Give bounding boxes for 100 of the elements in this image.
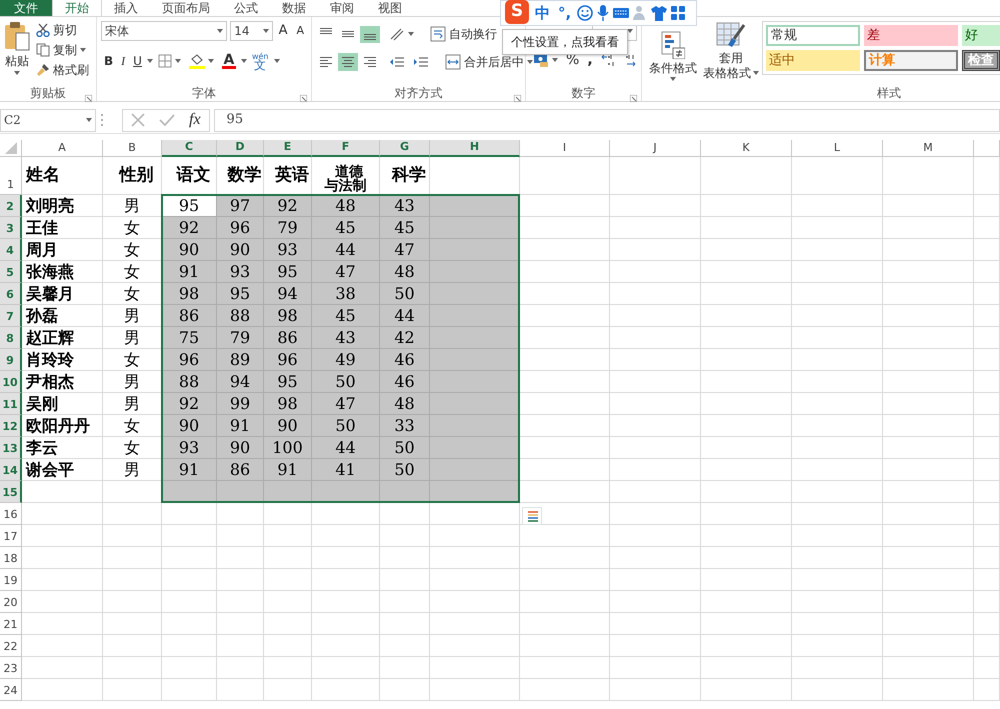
- row-header[interactable]: 3: [0, 217, 22, 239]
- ribbon-tab[interactable]: 页面布局: [150, 0, 222, 16]
- table-cell: 50: [380, 437, 430, 459]
- format-painter-button[interactable]: 格式刷: [33, 61, 92, 79]
- ribbon-tab[interactable]: 视图: [366, 0, 414, 16]
- column-header[interactable]: I: [520, 140, 610, 157]
- row-header[interactable]: 21: [0, 613, 22, 635]
- align-button[interactable]: [360, 26, 380, 42]
- ribbon-tab[interactable]: 文件: [0, 0, 52, 16]
- table-cell: 44: [312, 239, 380, 261]
- name-box[interactable]: C2: [0, 108, 96, 132]
- table-cell: 女: [103, 283, 162, 305]
- row-header[interactable]: 2: [0, 195, 22, 217]
- column-header[interactable]: C: [162, 140, 217, 157]
- copy-button[interactable]: 复制: [33, 41, 92, 59]
- row-header[interactable]: 13: [0, 437, 22, 459]
- row-header[interactable]: 5: [0, 261, 22, 283]
- row-header[interactable]: 20: [0, 591, 22, 613]
- align-button[interactable]: [338, 53, 358, 71]
- caret-icon: [552, 58, 558, 62]
- column-header[interactable]: G: [380, 140, 430, 157]
- ime-toolbar-button[interactable]: °,: [556, 5, 574, 21]
- table-cell: 75: [162, 327, 217, 349]
- ime-logo[interactable]: S: [505, 0, 529, 24]
- table-cell: 道德与法制: [312, 157, 380, 195]
- row-header[interactable]: 23: [0, 657, 22, 679]
- row-header[interactable]: 18: [0, 547, 22, 569]
- table-cell: 90: [217, 239, 264, 261]
- shrink-font-button[interactable]: A: [293, 22, 307, 40]
- table-cell: 91: [162, 459, 217, 481]
- column-header[interactable]: D: [217, 140, 264, 157]
- group-label: 对齐方式: [394, 85, 442, 102]
- smiley-icon[interactable]: [577, 5, 594, 21]
- italic-button[interactable]: I: [118, 52, 128, 70]
- row-header[interactable]: 22: [0, 635, 22, 657]
- table-cell: [974, 239, 1000, 261]
- check-icon[interactable]: [159, 113, 175, 127]
- table-cell: 90: [162, 239, 217, 261]
- insert-function-button[interactable]: fx: [189, 112, 201, 128]
- column-header[interactable]: L: [792, 140, 883, 157]
- ribbon-tab[interactable]: 公式: [222, 0, 270, 16]
- ribbon-tab[interactable]: 插入: [102, 0, 150, 16]
- table-cell: [162, 525, 217, 547]
- font-size-dropdown[interactable]: 14: [230, 21, 273, 41]
- microphone-icon[interactable]: [597, 5, 610, 21]
- dots-icon: [100, 113, 104, 127]
- row-header[interactable]: 11: [0, 393, 22, 415]
- row-header[interactable]: 1: [0, 157, 22, 195]
- row-header[interactable]: 19: [0, 569, 22, 591]
- ribbon-tab[interactable]: 数据: [270, 0, 318, 16]
- row-header[interactable]: 8: [0, 327, 22, 349]
- column-header[interactable]: K: [701, 140, 792, 157]
- row-header[interactable]: 12: [0, 415, 22, 437]
- grow-font-button[interactable]: A: [276, 22, 290, 40]
- cell-style-swatch[interactable]: 适中: [766, 50, 860, 71]
- table-cell: 女: [103, 349, 162, 371]
- row-header[interactable]: 15: [0, 481, 22, 503]
- keyboard-icon[interactable]: [613, 7, 630, 19]
- column-header[interactable]: B: [103, 140, 162, 157]
- shirt-icon[interactable]: [651, 6, 668, 20]
- column-header[interactable]: A: [22, 140, 103, 157]
- table-cell: [264, 591, 312, 613]
- phonetic-button[interactable]: wén 文: [248, 51, 272, 71]
- format-as-table-button[interactable]: 套用 表格格式: [704, 21, 758, 85]
- column-header[interactable]: J: [610, 140, 701, 157]
- table-cell: 45: [380, 217, 430, 239]
- column-header[interactable]: H: [430, 140, 520, 157]
- row-header[interactable]: 14: [0, 459, 22, 481]
- paste-button[interactable]: 粘贴: [4, 21, 30, 85]
- ime-toolbar-button[interactable]: 中: [533, 5, 552, 21]
- conditional-format-button[interactable]: 条件格式: [646, 30, 700, 82]
- font-name-dropdown[interactable]: 宋体: [101, 21, 228, 41]
- font-color-button[interactable]: A: [218, 52, 239, 70]
- row-header[interactable]: 9: [0, 349, 22, 371]
- row-header[interactable]: 17: [0, 525, 22, 547]
- column-header[interactable]: E: [264, 140, 312, 157]
- row-header[interactable]: 4: [0, 239, 22, 261]
- cell-style-swatch[interactable]: 常规: [766, 25, 860, 46]
- row-header[interactable]: 16: [0, 503, 22, 525]
- table-cell: 96: [264, 349, 312, 371]
- quick-analysis-button[interactable]: [522, 507, 542, 525]
- column-header[interactable]: M: [883, 140, 974, 157]
- table-cell: 38: [312, 283, 380, 305]
- ribbon-tab[interactable]: 审阅: [318, 0, 366, 16]
- row-header[interactable]: 7: [0, 305, 22, 327]
- cell-style-swatch[interactable]: 差: [864, 25, 958, 46]
- table-cell: 41: [312, 459, 380, 481]
- underline-button[interactable]: U: [130, 52, 145, 70]
- bold-button[interactable]: B: [101, 52, 116, 70]
- cell-style-swatch[interactable]: 好: [962, 25, 1000, 46]
- row-header[interactable]: 10: [0, 371, 22, 393]
- formula-input[interactable]: 95: [214, 108, 1000, 132]
- column-header[interactable]: F: [312, 140, 380, 157]
- wrap-text-button[interactable]: 自动换行: [427, 25, 500, 43]
- row-header[interactable]: 24: [0, 679, 22, 701]
- grid-icon[interactable]: [671, 6, 686, 20]
- cut-button[interactable]: 剪切: [33, 21, 92, 39]
- row-header[interactable]: 6: [0, 283, 22, 305]
- table-brush-icon: [716, 22, 746, 50]
- table-cell: 48: [312, 195, 380, 217]
